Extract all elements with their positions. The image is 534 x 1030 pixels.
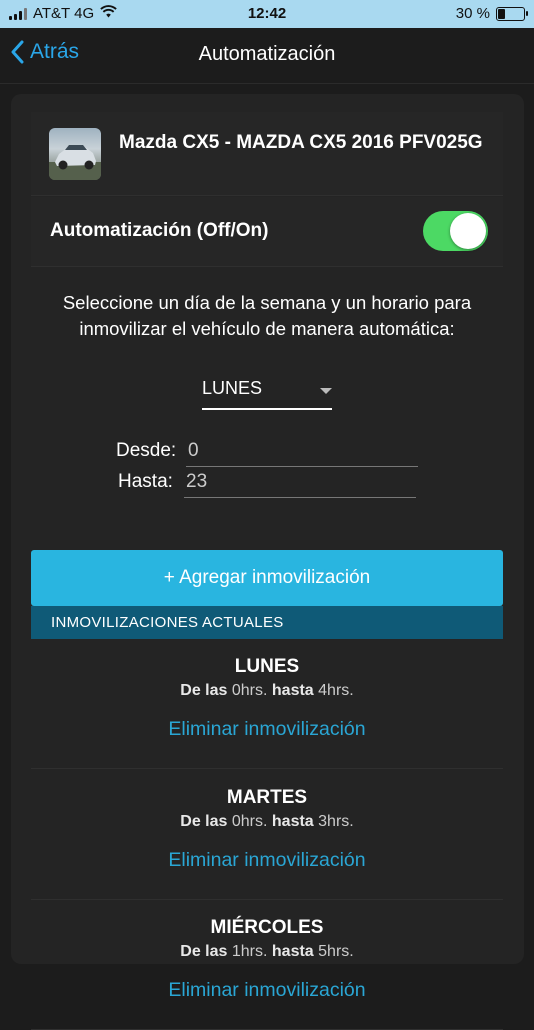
delete-immobilization-link[interactable]: Eliminar inmovilización xyxy=(31,979,503,1002)
immobilization-range: De las 0hrs. hasta 4hrs. xyxy=(180,682,354,699)
day-dropdown-value: LUNES xyxy=(202,378,263,398)
immobilization-day: MARTES xyxy=(226,787,308,808)
dropdown-arrow-icon xyxy=(320,388,332,394)
to-label: Hasta: xyxy=(118,471,173,492)
section-header: INMOVILIZACIONES ACTUALES xyxy=(31,606,503,639)
automation-card: Mazda CX5 - MAZDA CX5 2016 PFV025G Autom… xyxy=(11,94,524,1030)
list-item: MIÉRCOLES De las 1hrs. hasta 5hrs. Elimi… xyxy=(31,900,503,1030)
immobilization-range: De las 0hrs. hasta 3hrs. xyxy=(180,813,354,830)
vehicle-thumbnail xyxy=(49,128,101,180)
to-input[interactable]: 23 xyxy=(184,471,416,498)
delete-immobilization-link[interactable]: Eliminar inmovilización xyxy=(31,849,503,872)
toggle-knob xyxy=(450,213,486,249)
battery-percent: 30 % xyxy=(455,5,490,22)
nav-bar: Atrás Automatización xyxy=(0,28,534,84)
delete-immobilization-link[interactable]: Eliminar inmovilización xyxy=(31,718,503,741)
immobilization-range: De las 1hrs. hasta 5hrs. xyxy=(180,943,354,960)
immobilization-day: LUNES xyxy=(234,656,300,677)
status-right: 30 % xyxy=(455,5,528,22)
from-field: Desde: 0 xyxy=(116,440,426,468)
automation-toggle[interactable] xyxy=(423,211,488,251)
automation-row: Automatización (Off/On) xyxy=(31,197,503,267)
day-dropdown[interactable]: LUNES xyxy=(202,370,332,410)
automation-label: Automatización (Off/On) xyxy=(50,220,269,241)
page-title: Automatización xyxy=(198,43,336,65)
add-immobilization-button[interactable]: + Agregar inmovilización xyxy=(31,550,503,606)
list-item: MARTES De las 0hrs. hasta 3hrs. Eliminar… xyxy=(31,770,503,900)
to-field: Hasta: 23 xyxy=(118,471,428,499)
status-time: 12:42 xyxy=(247,5,287,22)
vehicle-row: Mazda CX5 - MAZDA CX5 2016 PFV025G xyxy=(31,112,503,196)
battery-icon xyxy=(496,6,528,21)
from-label: Desde: xyxy=(116,440,177,461)
immobilization-day: MIÉRCOLES xyxy=(210,917,324,938)
instruction-text: Seleccione un día de la semana y un hora… xyxy=(62,292,472,339)
status-bar: AT&T 4G 12:42 30 % xyxy=(0,0,534,28)
from-input[interactable]: 0 xyxy=(186,440,418,467)
vehicle-name: Mazda CX5 - MAZDA CX5 2016 PFV025G xyxy=(119,132,483,153)
list-item: LUNES De las 0hrs. hasta 4hrs. Eliminar … xyxy=(31,639,503,769)
